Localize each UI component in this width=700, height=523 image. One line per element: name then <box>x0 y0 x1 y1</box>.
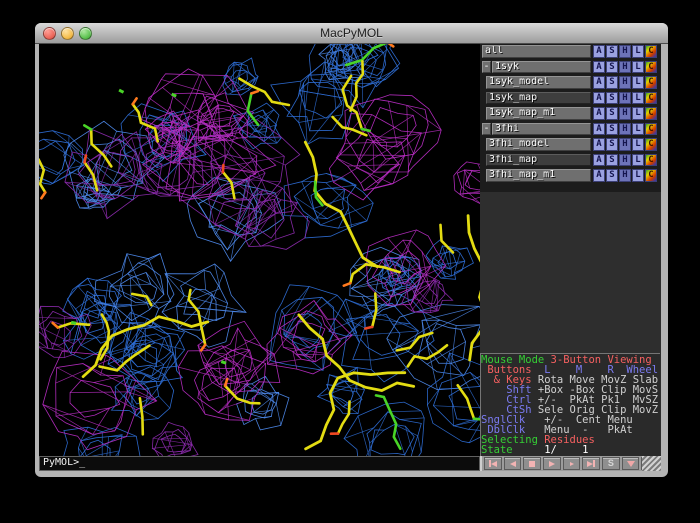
c-menu-button[interactable]: C <box>645 45 657 58</box>
h-menu-button[interactable]: H <box>619 154 631 167</box>
object-name-3fhi_map[interactable]: 3fhi_map <box>486 154 591 167</box>
c-menu-button[interactable]: C <box>645 154 657 167</box>
s-menu-button[interactable]: S <box>606 138 618 151</box>
l-menu-button[interactable]: L <box>632 154 644 167</box>
skip-to-end-icon <box>593 460 595 467</box>
h-menu-button[interactable]: H <box>619 92 631 105</box>
s-menu-button[interactable]: S <box>606 154 618 167</box>
object-row-3fhi_model: 3fhi_modelASHLC <box>481 138 661 151</box>
group-collapse-toggle[interactable]: - <box>482 61 491 74</box>
mouse-panel-text: 1/ 1 <box>513 444 589 456</box>
object-row-1syk_model: 1syk_modelASHLC <box>481 76 661 89</box>
c-menu-button[interactable]: C <box>645 76 657 89</box>
s-menu-button[interactable]: S <box>606 45 618 58</box>
object-row-3fhi: -3fhiASHLC <box>481 123 661 136</box>
step-back-icon <box>510 461 516 467</box>
h-menu-button[interactable]: H <box>619 45 631 58</box>
object-row-1syk_map_m1: 1syk_map_m1ASHLC <box>481 107 661 120</box>
object-list: allASHLC-1sykASHLC1syk_modelASHLC1syk_ma… <box>481 45 661 182</box>
command-line-input[interactable]: PyMOL>_ <box>39 456 480 471</box>
step-forward-button[interactable] <box>563 457 581 470</box>
c-menu-button[interactable]: C <box>645 138 657 151</box>
a-menu-button[interactable]: A <box>593 107 605 120</box>
s-menu-button[interactable]: S <box>606 123 618 136</box>
l-menu-button[interactable]: L <box>632 123 644 136</box>
c-menu-button[interactable]: C <box>645 169 657 182</box>
a-menu-button[interactable]: A <box>593 138 605 151</box>
mouse-panel-line-9[interactable]: State 1/ 1 <box>481 445 660 455</box>
skip-to-start-button[interactable] <box>484 457 502 470</box>
molecular-viewport[interactable] <box>39 44 480 456</box>
stop-button[interactable] <box>523 457 541 470</box>
l-menu-button[interactable]: L <box>632 92 644 105</box>
object-name-1syk_model[interactable]: 1syk_model <box>486 76 591 89</box>
window-title: MacPyMOL <box>35 26 668 40</box>
c-menu-button[interactable]: C <box>645 61 657 74</box>
h-menu-button[interactable]: H <box>619 123 631 136</box>
scene-label: S <box>608 459 614 468</box>
s-menu-button[interactable]: S <box>606 92 618 105</box>
c-menu-button[interactable]: C <box>645 92 657 105</box>
object-row-3fhi_map_m1: 3fhi_map_m1ASHLC <box>481 169 661 182</box>
l-menu-button[interactable]: L <box>632 138 644 151</box>
a-menu-button[interactable]: A <box>593 154 605 167</box>
s-menu-button[interactable]: S <box>606 107 618 120</box>
object-name-3fhi_model[interactable]: 3fhi_model <box>486 138 591 151</box>
object-list-region: allASHLC-1sykASHLC1syk_modelASHLC1syk_ma… <box>480 44 661 192</box>
h-menu-button[interactable]: H <box>619 138 631 151</box>
a-menu-button[interactable]: A <box>593 45 605 58</box>
electron-density-render[interactable] <box>39 44 480 456</box>
h-menu-button[interactable]: H <box>619 107 631 120</box>
play-icon <box>549 461 555 467</box>
object-name-3fhi_map_m1[interactable]: 3fhi_map_m1 <box>486 169 591 182</box>
group-collapse-toggle[interactable]: - <box>482 123 491 136</box>
window-content: PyMOL>_ allASHLC-1sykASHLC1syk_modelASHL… <box>39 44 661 471</box>
object-name-all[interactable]: all <box>482 45 591 58</box>
movie-menu-icon <box>627 461 635 467</box>
object-row-3fhi_map: 3fhi_mapASHLC <box>481 154 661 167</box>
object-name-3fhi[interactable]: 3fhi <box>492 123 591 136</box>
s-menu-button[interactable]: S <box>606 61 618 74</box>
l-menu-button[interactable]: L <box>632 76 644 89</box>
a-menu-button[interactable]: A <box>593 76 605 89</box>
a-menu-button[interactable]: A <box>593 169 605 182</box>
a-menu-button[interactable]: A <box>593 92 605 105</box>
object-row-all: allASHLC <box>481 45 661 58</box>
c-menu-button[interactable]: C <box>645 123 657 136</box>
skip-to-end-button[interactable] <box>582 457 600 470</box>
s-menu-button[interactable]: S <box>606 169 618 182</box>
object-row-1syk: -1sykASHLC <box>481 61 661 74</box>
object-name-1syk_map[interactable]: 1syk_map <box>486 92 591 105</box>
skip-to-start-icon <box>491 461 497 467</box>
stop-icon <box>529 461 535 467</box>
object-name-1syk_map_m1[interactable]: 1syk_map_m1 <box>486 107 591 120</box>
l-menu-button[interactable]: L <box>632 45 644 58</box>
resize-grip[interactable] <box>642 456 661 471</box>
step-back-button[interactable] <box>504 457 522 470</box>
mouse-panel-text: State <box>481 444 513 456</box>
h-menu-button[interactable]: H <box>619 169 631 182</box>
object-row-1syk_map: 1syk_mapASHLC <box>481 92 661 105</box>
macpymol-window: MacPyMOL PyMOL>_ allASHLC-1sykASHLC1syk_… <box>35 23 668 477</box>
play-button[interactable] <box>543 457 561 470</box>
l-menu-button[interactable]: L <box>632 61 644 74</box>
step-forward-icon <box>570 462 574 466</box>
l-menu-button[interactable]: L <box>632 107 644 120</box>
object-name-1syk[interactable]: 1syk <box>492 61 591 74</box>
l-menu-button[interactable]: L <box>632 169 644 182</box>
c-menu-button[interactable]: C <box>645 107 657 120</box>
a-menu-button[interactable]: A <box>593 123 605 136</box>
mouse-mode-panel: Mouse Mode 3-Button Viewing Buttons L M … <box>480 353 660 456</box>
h-menu-button[interactable]: H <box>619 61 631 74</box>
control-sidebar: allASHLC-1sykASHLC1syk_modelASHLC1syk_ma… <box>480 44 661 456</box>
s-menu-button[interactable]: S <box>606 76 618 89</box>
title-bar[interactable]: MacPyMOL <box>35 23 668 44</box>
movie-menu-button[interactable] <box>622 457 640 470</box>
scene-button[interactable]: S <box>602 457 620 470</box>
desktop: { "window": { "title": "MacPyMOL", "traf… <box>0 0 700 523</box>
a-menu-button[interactable]: A <box>593 61 605 74</box>
h-menu-button[interactable]: H <box>619 76 631 89</box>
movie-control-bar: SF <box>480 456 661 471</box>
